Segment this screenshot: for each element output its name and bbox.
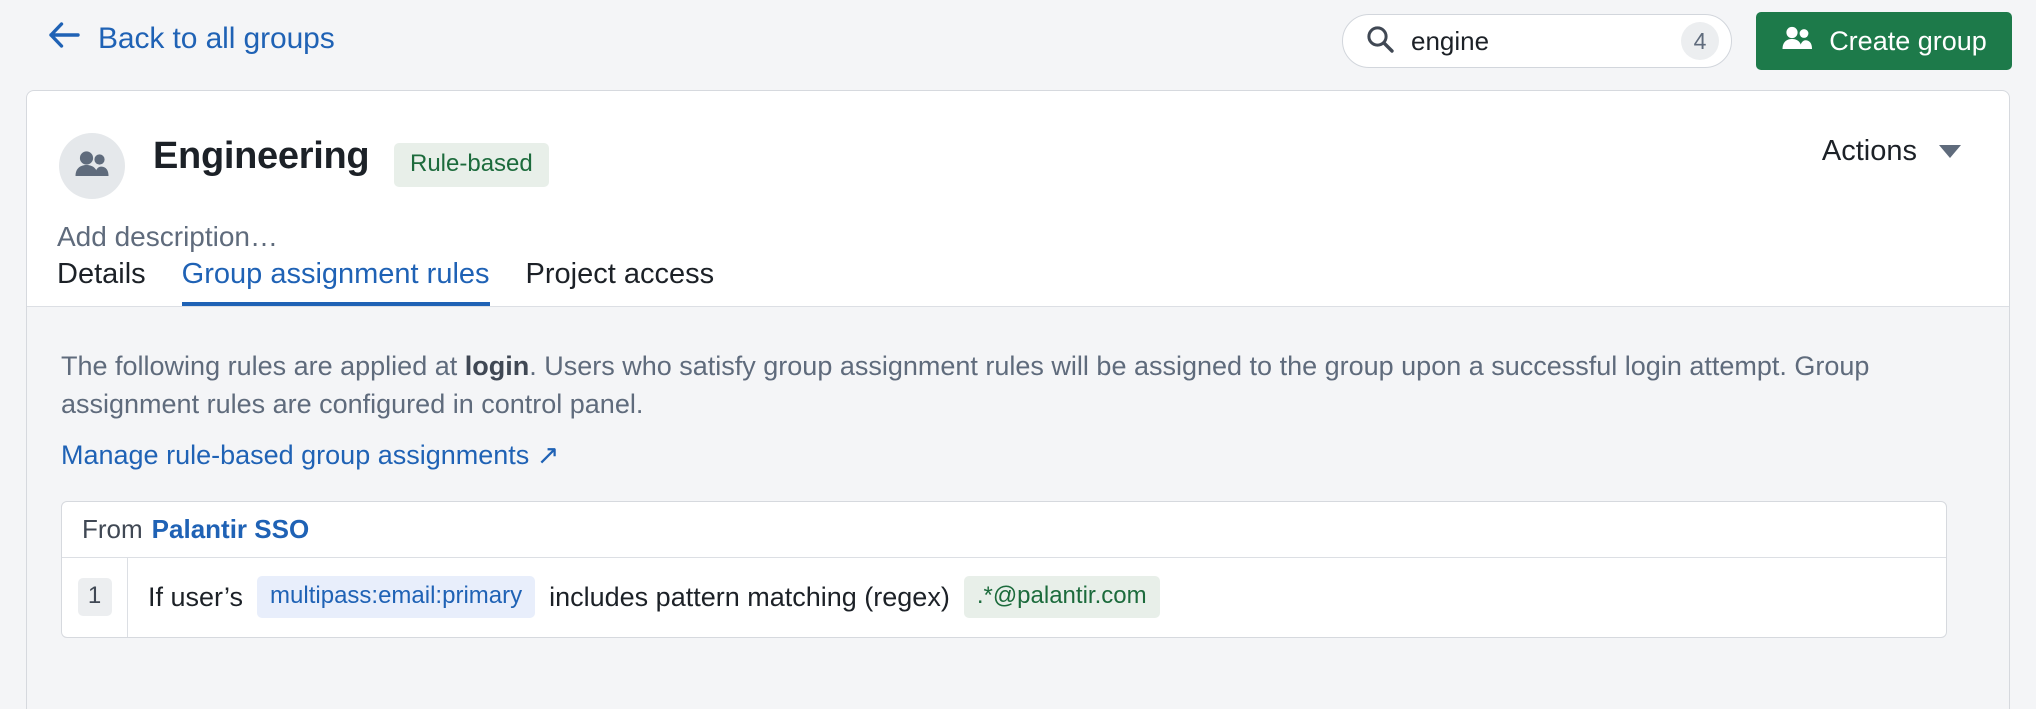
arrow-left-icon: [48, 22, 80, 56]
rules-intro-text: The following rules are applied at login…: [61, 347, 1971, 424]
actions-label: Actions: [1821, 135, 1917, 167]
tab-group-assignment-rules[interactable]: Group assignment rules: [181, 260, 490, 307]
rules-table-source-link[interactable]: Palantir SSO: [152, 514, 310, 545]
rules-intro-bold: login: [464, 351, 530, 381]
rule-operator-label: includes pattern matching (regex): [549, 581, 950, 612]
search-result-count: 4: [1681, 22, 1719, 60]
search-input[interactable]: [1411, 25, 1681, 57]
rules-intro-part1: The following rules are applied at: [61, 351, 465, 381]
tab-details[interactable]: Details: [57, 260, 146, 307]
group-assignment-rules-panel: The following rules are applied at login…: [27, 306, 2009, 709]
rule-expression: If user’s multipass:email:primary includ…: [128, 558, 1946, 637]
users-icon: [1781, 25, 1813, 58]
add-description-field[interactable]: Add description…: [57, 221, 278, 253]
top-bar: Back to all groups 4 Create group: [0, 0, 2036, 88]
rule-index-cell: 1: [62, 557, 128, 637]
group-header: Engineering Rule-based Actions Add descr…: [27, 91, 2009, 307]
create-group-button[interactable]: Create group: [1756, 12, 2012, 70]
users-avatar-icon: [73, 149, 111, 184]
rule-index-badge: 1: [77, 578, 112, 617]
back-to-all-groups-label: Back to all groups: [98, 22, 335, 55]
actions-dropdown-button[interactable]: Actions: [1822, 135, 1961, 168]
create-group-label: Create group: [1829, 25, 1987, 56]
tab-project-access[interactable]: Project access: [526, 260, 715, 307]
rules-table: From Palantir SSO 1 If user’s multipass:…: [61, 500, 1947, 638]
table-row[interactable]: 1 If user’s multipass:email:primary incl…: [62, 557, 1946, 637]
search-icon: [1365, 24, 1395, 59]
manage-rule-based-group-assignments-link[interactable]: Manage rule-based group assignments ↗: [61, 440, 559, 471]
back-to-all-groups-link[interactable]: Back to all groups: [48, 22, 335, 56]
search-box[interactable]: 4: [1342, 14, 1732, 68]
chevron-down-icon: [1939, 145, 1961, 158]
rule-prefix-label: If user’s: [148, 581, 244, 612]
group-detail-card: Engineering Rule-based Actions Add descr…: [26, 90, 2010, 709]
group-avatar: [59, 133, 125, 199]
rules-table-header: From Palantir SSO: [62, 502, 1946, 558]
tab-bar: Details Group assignment rules Project a…: [27, 259, 2009, 307]
rules-table-from-label: From: [82, 513, 143, 544]
status-badge: Rule-based: [394, 143, 549, 187]
rule-attribute-pill[interactable]: multipass:email:primary: [257, 576, 536, 619]
page-title: Engineering: [153, 135, 370, 177]
rule-value-pill[interactable]: .*@palantir.com: [963, 576, 1160, 619]
